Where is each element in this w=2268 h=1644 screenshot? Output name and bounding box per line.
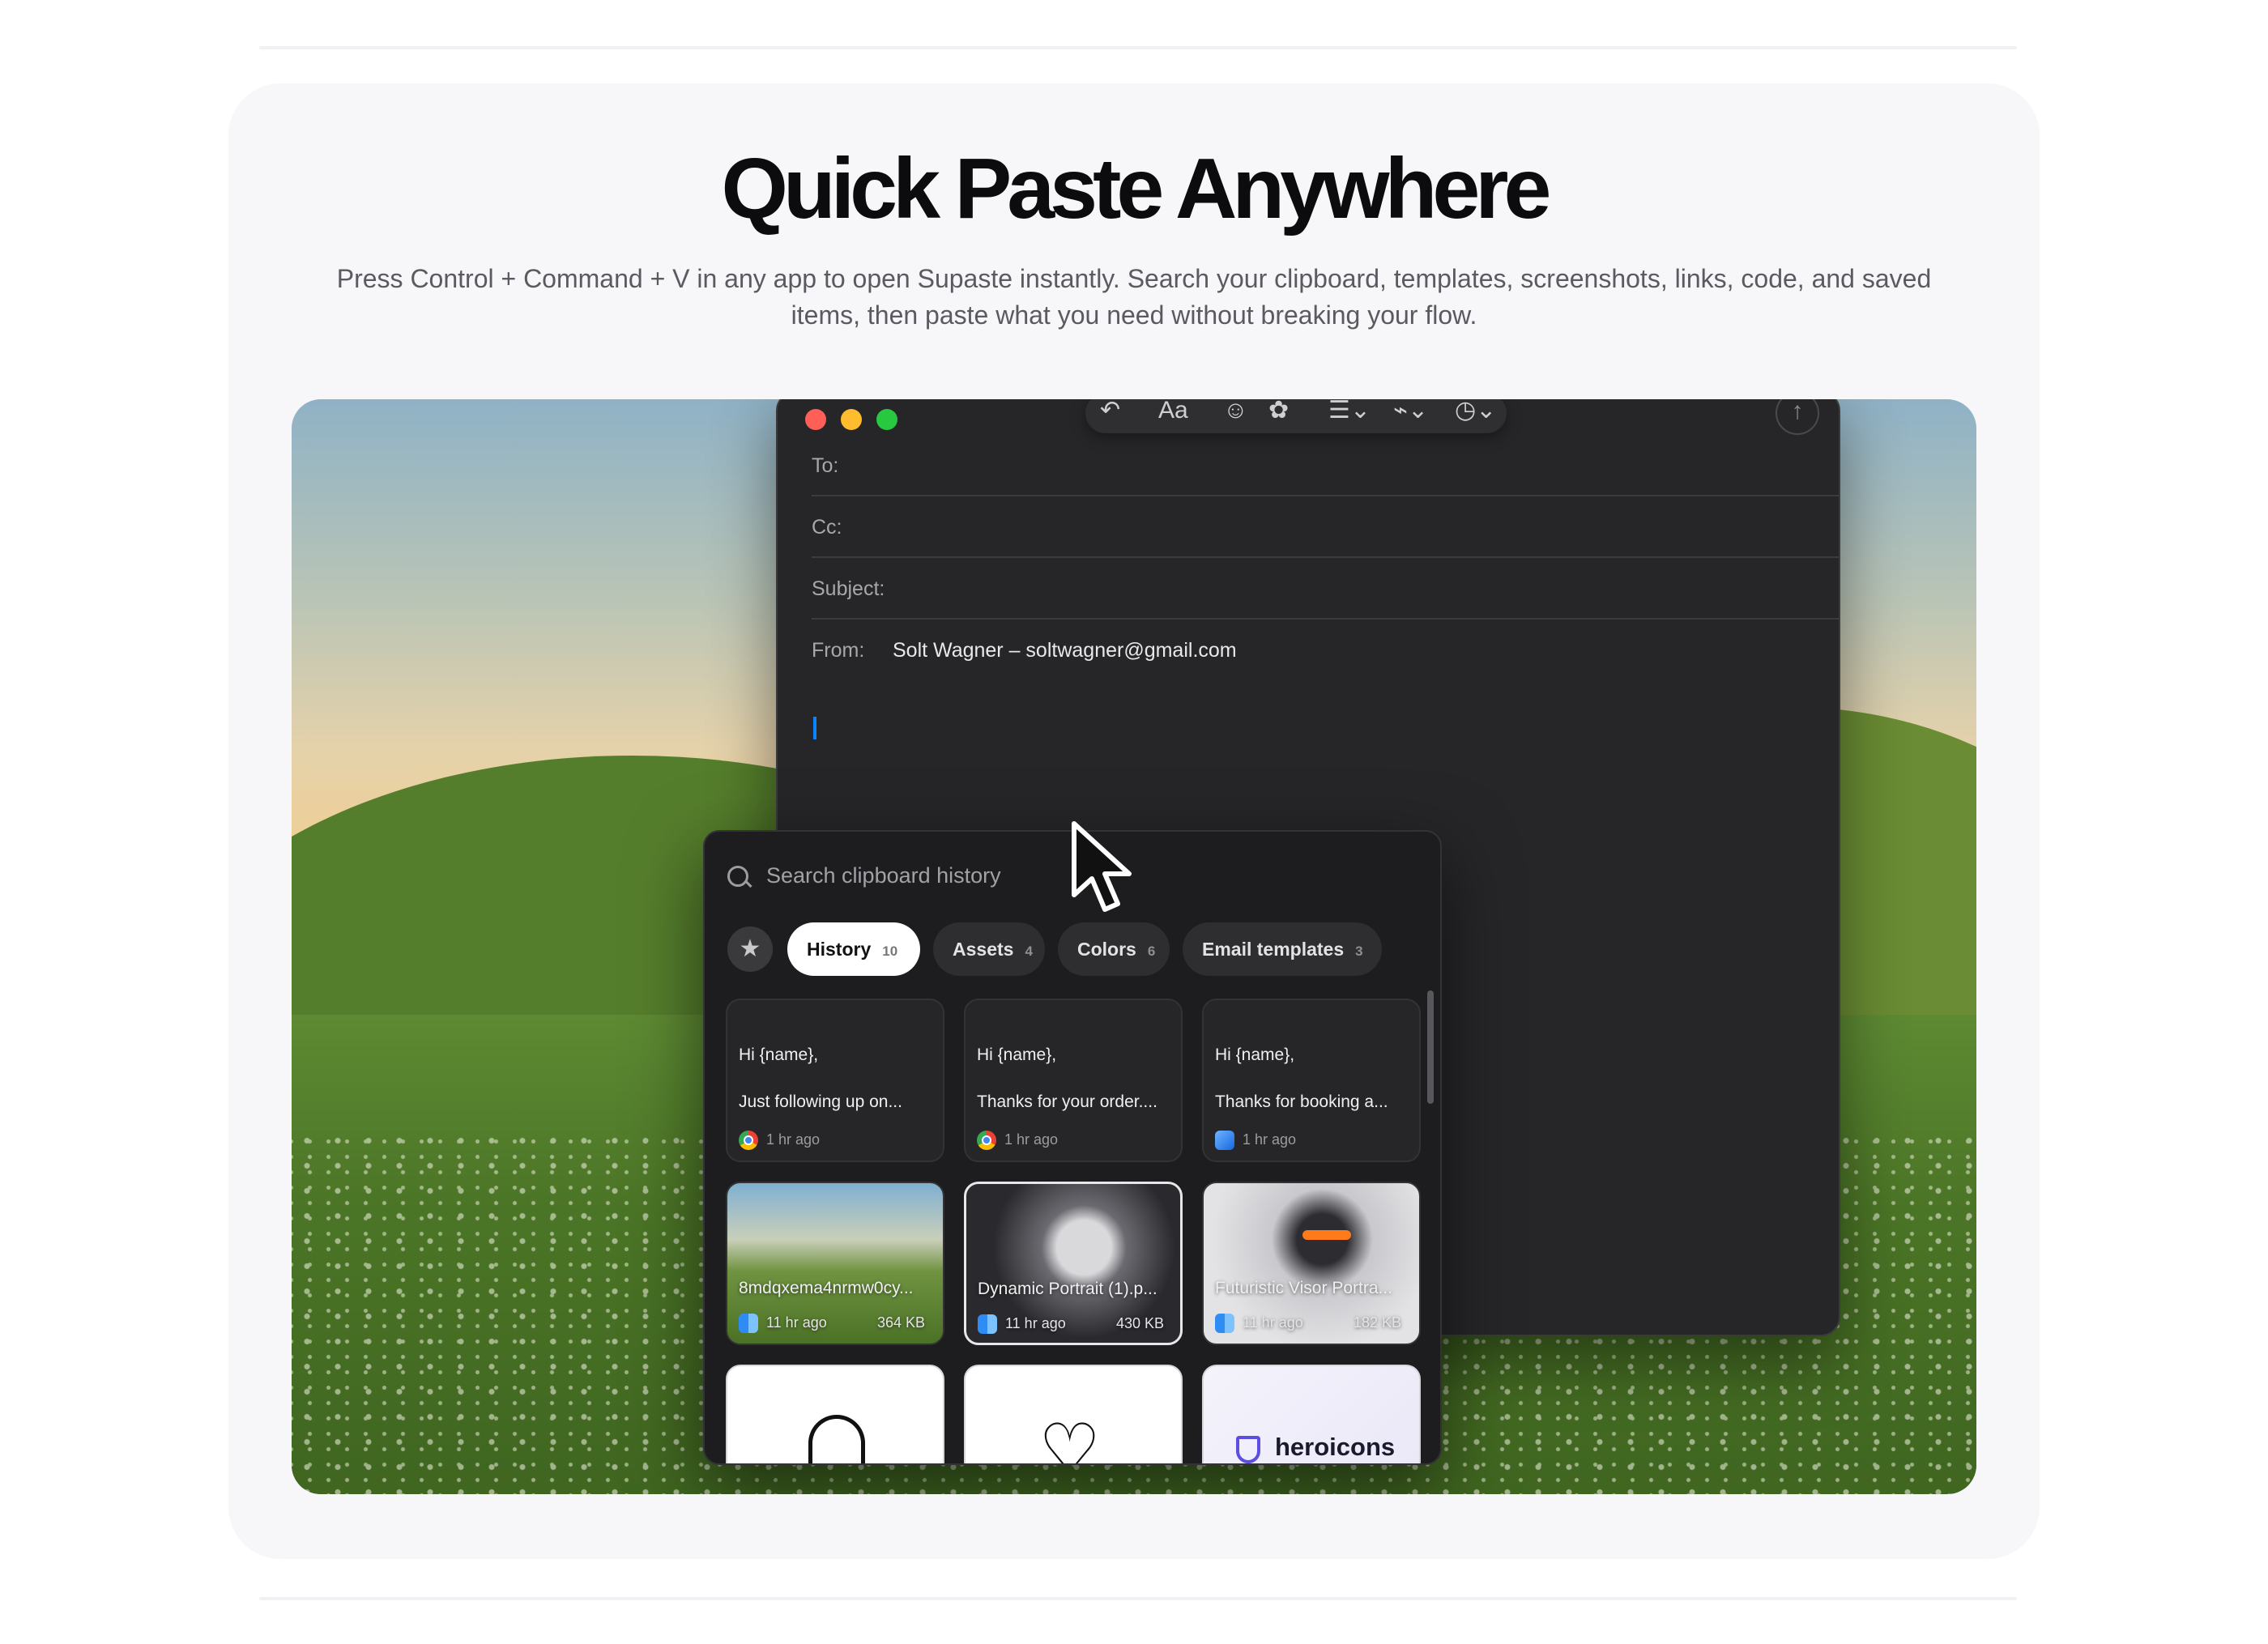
item-preview: Thanks for booking a... xyxy=(1215,1092,1388,1111)
from-value[interactable]: Solt Wagner – soltwagner@gmail.com xyxy=(893,639,1237,662)
cc-field[interactable]: Cc: xyxy=(812,495,1839,558)
font-format-button[interactable]: Aa xyxy=(1158,399,1188,427)
item-size: 364 KB xyxy=(876,1314,925,1331)
tab-assets-count: 4 xyxy=(1025,943,1033,959)
from-field[interactable]: From: Solt Wagner – soltwagner@gmail.com xyxy=(812,618,1839,679)
item-time: 11 hr ago xyxy=(766,1314,827,1331)
item-time: 1 hr ago xyxy=(766,1131,821,1148)
section-title: Quick Paste Anywhere xyxy=(721,141,1552,236)
chrome-icon xyxy=(977,1131,996,1150)
item-preview: Just following up on... xyxy=(739,1092,902,1111)
popup-scrollbar[interactable] xyxy=(1427,990,1434,1104)
item-filename: 8mdqxema4nrmw0cy... xyxy=(739,1279,914,1297)
emoji-icon[interactable]: ☺ xyxy=(1223,399,1248,427)
to-field[interactable]: To: xyxy=(812,433,1839,496)
send-icon[interactable]: ↑ xyxy=(1776,399,1819,435)
search-input[interactable] xyxy=(765,854,1254,897)
finder-icon xyxy=(739,1314,758,1333)
clipboard-item-image[interactable]: Futuristic Visor Portra... 11 hr ago 182… xyxy=(1202,1182,1421,1345)
section-divider-top xyxy=(259,46,2017,49)
favorites-star-icon[interactable]: ★ xyxy=(727,926,773,972)
item-time: 1 hr ago xyxy=(1243,1131,1297,1148)
clipboard-item-text[interactable]: Hi {name}, Thanks for booking a... 1 hr … xyxy=(1202,999,1421,1162)
item-filename: Futuristic Visor Portra... xyxy=(1215,1279,1393,1297)
tab-colors-label: Colors xyxy=(1077,939,1136,960)
clipboard-item-text[interactable]: Hi {name}, Thanks for your order.... 1 h… xyxy=(964,999,1183,1162)
tab-colors[interactable]: Colors 6 xyxy=(1058,922,1170,976)
tab-email-templates-count: 3 xyxy=(1355,943,1363,959)
format-toolbar: ↶ Aa ☺ ✿ ☰⌄ ⌁⌄ ◷⌄ xyxy=(1085,399,1507,433)
shield-icon xyxy=(1236,1436,1260,1463)
item-size: 182 KB xyxy=(1353,1314,1401,1331)
item-greeting: Hi {name}, xyxy=(739,1046,819,1064)
zoom-window-button[interactable] xyxy=(876,409,897,430)
reply-icon[interactable]: ↶ xyxy=(1100,399,1120,427)
item-time: 11 hr ago xyxy=(1005,1315,1066,1331)
attachment-icon[interactable]: ⌁⌄ xyxy=(1393,399,1428,427)
tab-email-templates[interactable]: Email templates 3 xyxy=(1183,922,1382,976)
text-caret xyxy=(813,717,816,739)
minimize-window-button[interactable] xyxy=(841,409,862,430)
clipboard-popup: ★ History 10 Assets 4 Colors 6 Email templa… xyxy=(703,830,1442,1465)
tab-assets[interactable]: Assets 4 xyxy=(933,922,1045,976)
heroicons-logo-text: heroicons xyxy=(1275,1433,1396,1461)
search-icon xyxy=(727,866,748,887)
visor-highlight xyxy=(1302,1230,1351,1240)
clipboard-item-text[interactable]: Hi {name}, Just following up on... 1 hr … xyxy=(726,999,944,1162)
bell-icon xyxy=(808,1415,865,1463)
clipboard-item-asset[interactable] xyxy=(726,1365,944,1463)
to-label: To: xyxy=(812,454,839,477)
section-subtitle: Press Control + Command + V in any app t… xyxy=(336,264,1932,330)
cc-label: Cc: xyxy=(812,516,842,539)
item-greeting: Hi {name}, xyxy=(1215,1046,1295,1064)
clipboard-item-image[interactable]: 8mdqxema4nrmw0cy... 11 hr ago 364 KB xyxy=(726,1182,944,1345)
item-preview: Thanks for your order.... xyxy=(977,1092,1157,1111)
photo-insert-icon[interactable]: ◷⌄ xyxy=(1455,399,1496,427)
finder-icon xyxy=(1215,1314,1234,1333)
tab-history[interactable]: History 10 xyxy=(787,922,920,976)
tab-assets-label: Assets xyxy=(953,939,1014,960)
from-label: From: xyxy=(812,639,865,662)
item-size: 430 KB xyxy=(1115,1315,1164,1331)
mail-app-icon xyxy=(1215,1131,1234,1150)
section-divider-bottom xyxy=(259,1597,2017,1600)
tab-history-label: History xyxy=(807,939,872,960)
clipboard-item-asset[interactable]: ♡ xyxy=(964,1365,1183,1465)
clipboard-item-image-selected[interactable]: Dynamic Portrait (1).p... 11 hr ago 430 … xyxy=(964,1182,1183,1345)
demo-screenshot: ↶ Aa ☺ ✿ ☰⌄ ⌁⌄ ◷⌄ ↑ To: Cc: Subject: Fro… xyxy=(292,399,1976,1494)
item-time: 1 hr ago xyxy=(1004,1131,1059,1148)
clipboard-search xyxy=(727,854,1294,897)
subject-field[interactable]: Subject: xyxy=(812,556,1839,620)
close-window-button[interactable] xyxy=(805,409,826,430)
item-filename: Dynamic Portrait (1).p... xyxy=(978,1280,1157,1298)
tab-history-count: 10 xyxy=(882,943,898,959)
item-time: 11 hr ago xyxy=(1243,1314,1303,1331)
list-format-icon[interactable]: ☰⌄ xyxy=(1328,399,1371,427)
sticker-icon[interactable]: ✿ xyxy=(1268,399,1289,427)
tab-email-templates-label: Email templates xyxy=(1202,939,1345,960)
clipboard-item-asset[interactable]: heroicons xyxy=(1202,1365,1421,1463)
subject-label: Subject: xyxy=(812,577,885,600)
chrome-icon xyxy=(739,1131,758,1150)
mouse-pointer-icon xyxy=(1072,821,1132,912)
tab-colors-count: 6 xyxy=(1147,943,1156,959)
finder-icon xyxy=(978,1314,997,1334)
heart-icon: ♡ xyxy=(1038,1411,1102,1465)
item-greeting: Hi {name}, xyxy=(977,1046,1057,1064)
